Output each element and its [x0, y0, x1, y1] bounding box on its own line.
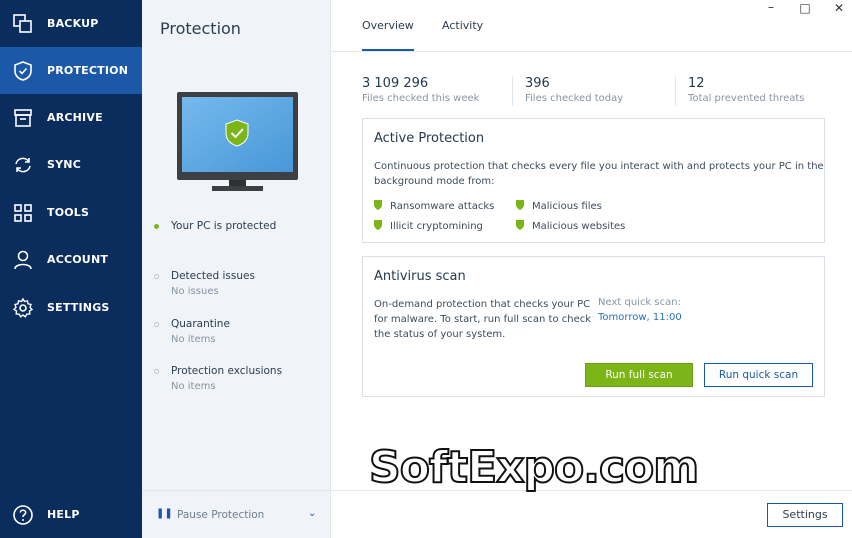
divider	[675, 76, 676, 106]
shield-icon	[374, 220, 382, 230]
close-button[interactable]: ✕	[829, 1, 849, 15]
card-title: Active Protection	[374, 131, 485, 146]
stat-label: Files checked today	[525, 93, 624, 104]
quarantine-title: Quarantine	[171, 318, 230, 330]
account-icon	[14, 250, 32, 269]
stat-files-week: 3 109 296 Files checked this week	[362, 76, 479, 104]
sidebar-item-label: TOOLS	[47, 206, 90, 219]
description-line: for malware. To start, run full scan to …	[374, 314, 592, 325]
tab-overview[interactable]: Overview	[362, 19, 414, 52]
status-dot	[154, 322, 159, 327]
shield-icon	[374, 200, 382, 210]
tabs-divider	[331, 51, 852, 52]
sidebar-item-label: BACKUP	[47, 17, 99, 30]
stat-number: 396	[525, 76, 550, 91]
settings-button[interactable]: Settings	[767, 503, 843, 527]
description-line: Continuous protection that checks every …	[374, 161, 824, 172]
shield-icon	[14, 60, 32, 81]
watermark: SoftExpo.com	[368, 441, 700, 494]
sidebar-item-account[interactable]: ACCOUNT	[0, 236, 142, 283]
quarantine-subtitle: No items	[171, 334, 216, 345]
shield-icon	[516, 200, 524, 210]
sidebar-item-sync[interactable]: SYNC	[0, 141, 142, 188]
run-quick-scan-button[interactable]: Run quick scan	[704, 363, 813, 387]
next-scan-value[interactable]: Tomorrow, 11:00	[598, 312, 682, 323]
stat-label: Files checked this week	[362, 93, 480, 104]
feature-item: Ransomware attacks	[374, 200, 494, 212]
stat-label: Total prevented threats	[688, 93, 805, 104]
tab-label: Overview	[362, 19, 414, 32]
status-dot	[154, 274, 159, 279]
sidebar-item-help[interactable]: HELP	[0, 491, 142, 538]
minimize-button[interactable]: –	[761, 0, 781, 14]
maximize-button[interactable]: □	[795, 1, 815, 15]
settings-icon	[12, 297, 34, 318]
sidebar-item-settings[interactable]: SETTINGS	[0, 284, 142, 331]
feature-label: Malicious files	[532, 201, 602, 212]
sidebar-item-label: HELP	[47, 508, 80, 521]
description-line: On-demand protection that checks your PC	[374, 299, 591, 310]
sidebar: BACKUP PROTECTION ARCHIVE SYNC TOOLS ACC…	[0, 0, 142, 538]
pause-protection-button[interactable]: ❚❚ Pause Protection ⌄	[142, 490, 331, 538]
bottom-bar: Settings	[331, 490, 852, 538]
archive-icon	[14, 108, 32, 127]
feature-item: Illicit cryptomining	[374, 220, 483, 232]
card-title: Antivirus scan	[374, 269, 466, 284]
page-title: Protection	[160, 19, 241, 38]
sidebar-item-label: ARCHIVE	[47, 111, 103, 124]
sidebar-item-label: ACCOUNT	[47, 253, 109, 266]
detected-issues-title: Detected issues	[171, 270, 255, 282]
next-scan-label: Next quick scan:	[598, 297, 681, 308]
feature-label: Illicit cryptomining	[390, 221, 483, 232]
stat-files-today: 396 Files checked today	[525, 76, 623, 104]
description-line: background mode from:	[374, 176, 495, 187]
sidebar-item-protection[interactable]: PROTECTION	[0, 47, 142, 94]
tab-label: Activity	[442, 19, 484, 32]
sidebar-item-label: SETTINGS	[47, 301, 110, 314]
feature-label: Malicious websites	[532, 221, 626, 232]
status-dot	[154, 369, 159, 374]
protection-panel: Protection Your PC is protected Detected…	[142, 0, 331, 538]
stat-number: 3 109 296	[362, 76, 429, 91]
tools-icon	[14, 203, 32, 222]
help-icon	[13, 504, 33, 525]
card-description: On-demand protection that checks your PC…	[374, 297, 591, 342]
sidebar-item-backup[interactable]: BACKUP	[0, 0, 142, 47]
chevron-down-icon[interactable]: ⌄	[308, 508, 316, 519]
protection-exclusions-subtitle: No items	[171, 381, 216, 392]
stat-number: 12	[688, 76, 705, 91]
antivirus-scan-card: Antivirus scan On-demand protection that…	[362, 256, 825, 397]
sidebar-item-label: PROTECTION	[47, 64, 129, 77]
status-text: Your PC is protected	[171, 220, 277, 232]
sidebar-item-archive[interactable]: ARCHIVE	[0, 94, 142, 141]
feature-label: Ransomware attacks	[390, 201, 495, 212]
sidebar-item-label: SYNC	[47, 158, 81, 171]
monitor-icon	[177, 92, 298, 191]
shield-icon	[516, 220, 524, 230]
sync-icon	[15, 157, 31, 172]
backup-icon	[13, 13, 32, 33]
feature-item: Malicious files	[516, 200, 602, 212]
sidebar-item-tools[interactable]: TOOLS	[0, 189, 142, 236]
divider	[512, 76, 513, 106]
tab-activity[interactable]: Activity	[442, 19, 483, 32]
stat-prevented-threats: 12 Total prevented threats	[688, 76, 805, 104]
status-dot	[154, 224, 159, 229]
detected-issues-subtitle: No issues	[171, 286, 219, 297]
description-line: the status of your system.	[374, 329, 506, 340]
pause-protection-label: Pause Protection	[177, 509, 265, 521]
protection-exclusions-title: Protection exclusions	[171, 365, 283, 377]
pause-icon: ❚❚	[156, 508, 173, 519]
card-description: Continuous protection that checks every …	[374, 159, 824, 189]
feature-item: Malicious websites	[516, 220, 625, 232]
active-protection-card: Active Protection Continuous protection …	[362, 118, 825, 243]
run-full-scan-button[interactable]: Run full scan	[585, 363, 693, 387]
